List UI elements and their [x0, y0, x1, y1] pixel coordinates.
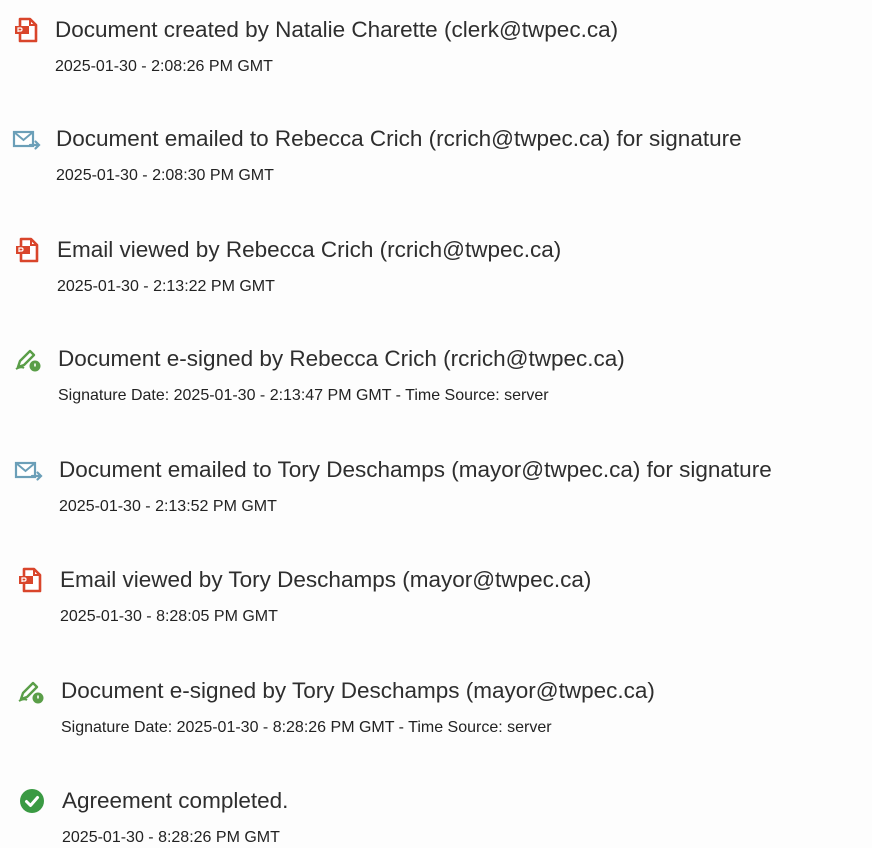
event-title: Email viewed by Rebecca Crich (rcrich@tw…: [57, 237, 562, 262]
event-timestamp: 2025-01-30 - 2:13:52 PM GMT: [59, 498, 277, 515]
pen-sign-icon: [13, 344, 43, 374]
event-timestamp: Signature Date: 2025-01-30 - 2:13:47 PM …: [58, 387, 549, 404]
event-title: Agreement completed.: [62, 788, 289, 813]
event-timestamp: 2025-01-30 - 8:28:26 PM GMT: [62, 829, 280, 846]
pdf-document-icon: [15, 565, 45, 595]
event-timestamp: 2025-01-30 - 2:13:22 PM GMT: [57, 278, 275, 295]
event-timestamp: 2025-01-30 - 2:08:30 PM GMT: [56, 167, 274, 184]
email-forward-icon: [13, 455, 43, 485]
event-title: Document emailed to Tory Deschamps (mayo…: [59, 457, 772, 482]
email-forward-icon: [11, 124, 41, 154]
pen-sign-icon: [16, 676, 46, 706]
event-timestamp: 2025-01-30 - 2:08:26 PM GMT: [55, 58, 273, 75]
event-timestamp: 2025-01-30 - 8:28:05 PM GMT: [60, 608, 278, 625]
event-timestamp: Signature Date: 2025-01-30 - 8:28:26 PM …: [61, 719, 552, 736]
event-title: Document emailed to Rebecca Crich (rcric…: [56, 126, 742, 151]
event-title: Document e-signed by Rebecca Crich (rcri…: [58, 346, 625, 371]
event-title: Email viewed by Tory Deschamps (mayor@tw…: [60, 567, 592, 592]
pdf-document-icon: [11, 15, 41, 45]
pdf-document-icon: [12, 235, 42, 265]
check-circle-icon: [17, 786, 47, 816]
event-title: Document created by Natalie Charette (cl…: [55, 17, 619, 42]
event-title: Document e-signed by Tory Deschamps (may…: [61, 678, 655, 703]
